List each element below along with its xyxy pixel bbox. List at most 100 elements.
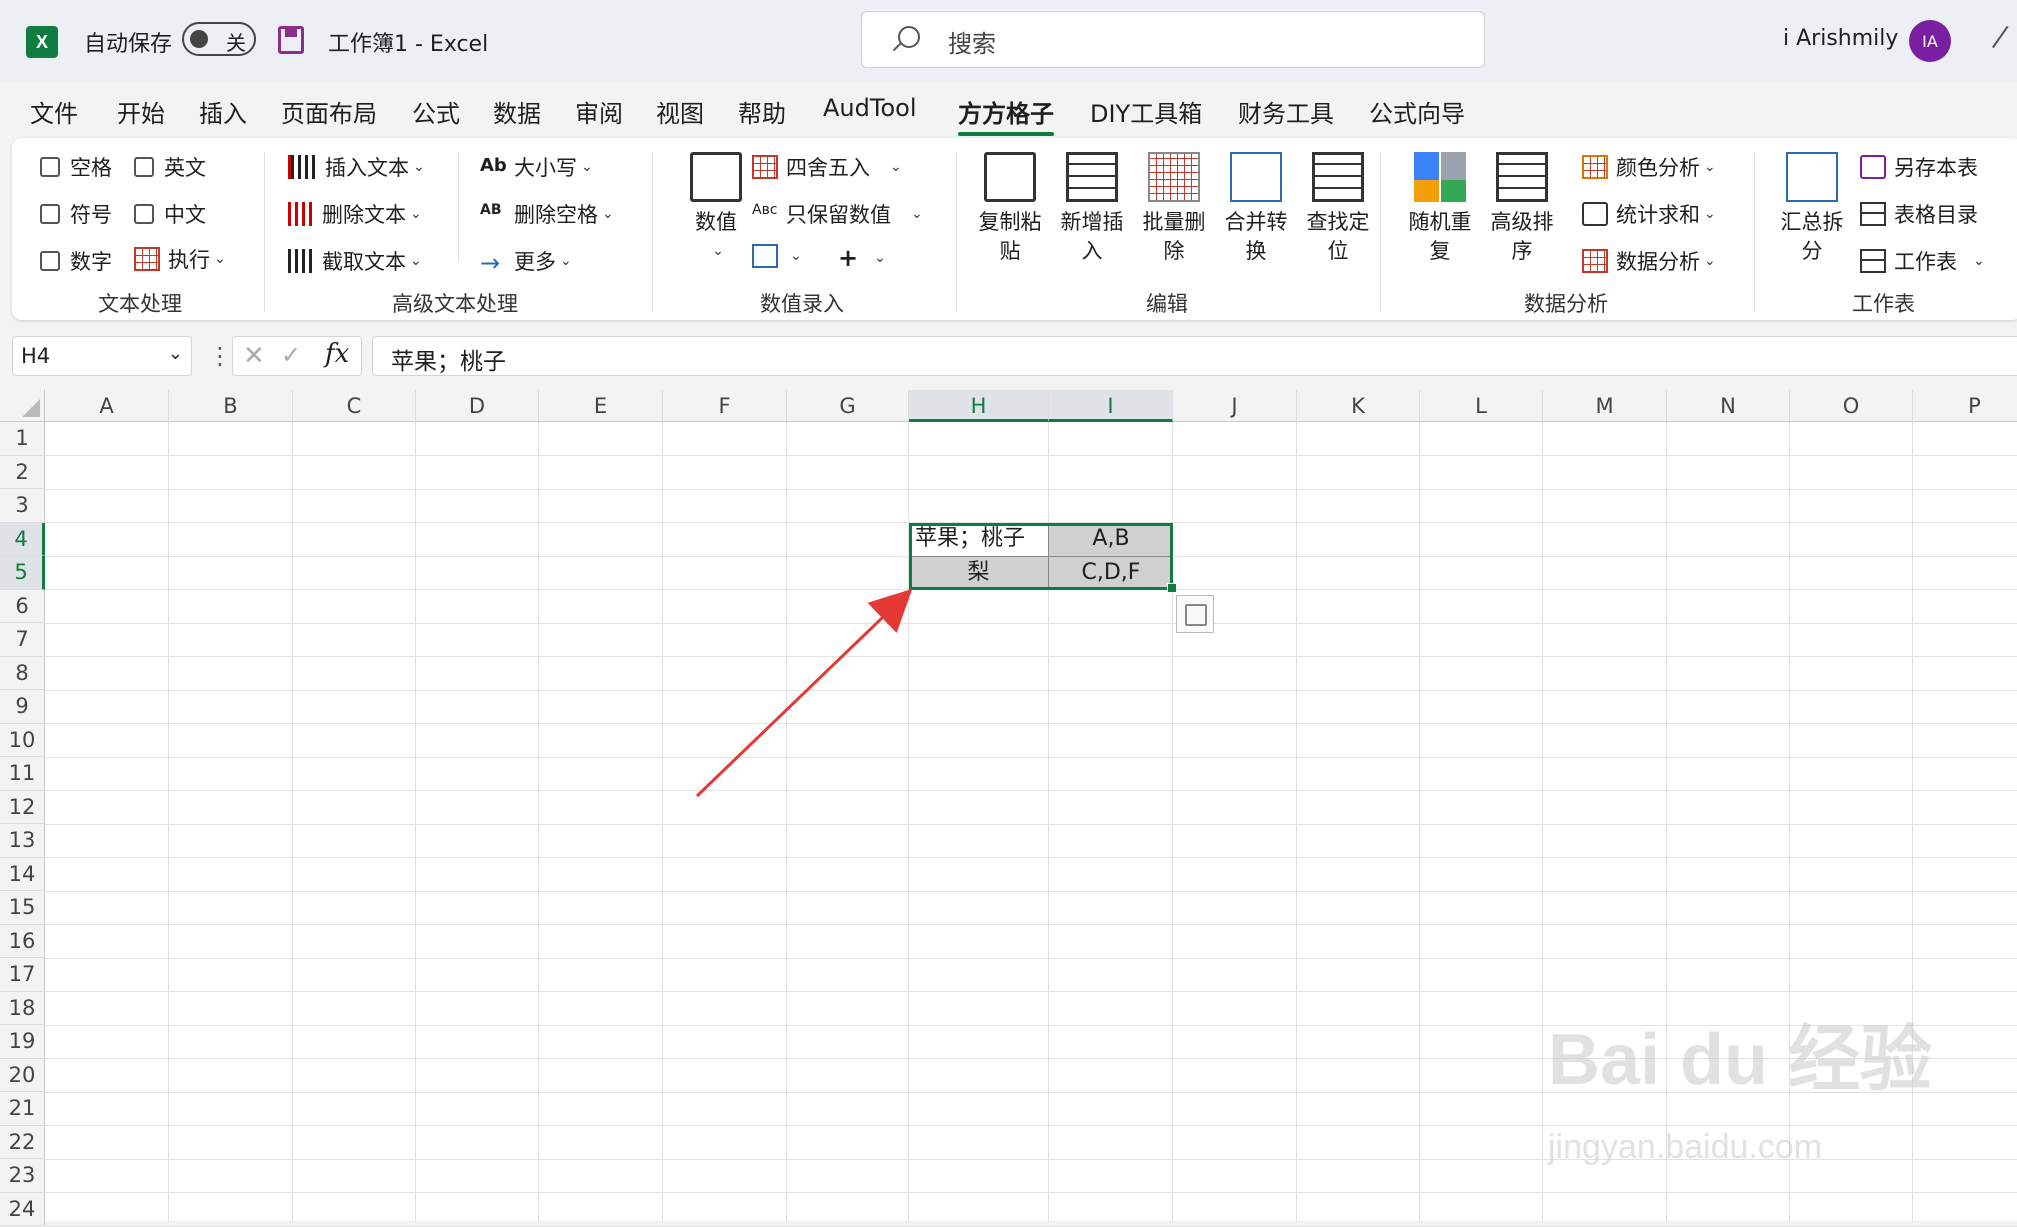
column-header-K[interactable]: K: [1297, 390, 1420, 422]
plus-button[interactable]: + ⌄: [838, 244, 886, 272]
tab-review[interactable]: 审阅: [575, 94, 623, 129]
more-options-icon[interactable]: ⋮: [208, 342, 232, 370]
row-header-3[interactable]: 3: [0, 489, 45, 523]
merge-button[interactable]: 合并转换: [1216, 152, 1296, 266]
row-header-15[interactable]: 15: [0, 891, 45, 925]
column-header-N[interactable]: N: [1667, 390, 1790, 422]
cancel-icon[interactable]: ✕: [243, 341, 265, 371]
sheet-button[interactable]: 工作表 ⌄: [1860, 246, 1985, 276]
column-header-O[interactable]: O: [1790, 390, 1913, 422]
column-header-F[interactable]: F: [663, 390, 787, 422]
column-header-M[interactable]: M: [1543, 390, 1667, 422]
save-sheet-button[interactable]: 另存本表: [1860, 152, 1978, 182]
select-all-button[interactable]: [0, 390, 45, 422]
column-header-A[interactable]: A: [45, 390, 169, 422]
tab-view[interactable]: 视图: [656, 94, 704, 129]
chevron-down-icon[interactable]: ⌄: [168, 343, 183, 364]
sort-button[interactable]: 高级排序: [1482, 152, 1562, 266]
column-header-G[interactable]: G: [787, 390, 909, 422]
column-header-P[interactable]: P: [1913, 390, 2017, 422]
data-analysis-button[interactable]: 数据分析 ⌄: [1582, 246, 1716, 276]
tab-finance[interactable]: 财务工具: [1238, 94, 1334, 129]
row-header-20[interactable]: 20: [0, 1058, 45, 1092]
autosave-toggle[interactable]: 关: [182, 22, 256, 56]
more-button[interactable]: → 更多 ⌄: [480, 246, 572, 277]
row-header-4[interactable]: 4: [0, 522, 45, 556]
copy-paste-button[interactable]: 复制粘贴: [970, 152, 1050, 266]
execute-button[interactable]: 执行 ⌄: [134, 244, 226, 274]
save-icon[interactable]: [278, 26, 304, 54]
quick-analysis-icon[interactable]: [1176, 595, 1214, 633]
column-header-E[interactable]: E: [539, 390, 663, 422]
row-header-19[interactable]: 19: [0, 1025, 45, 1059]
name-box[interactable]: H4 ⌄: [12, 336, 192, 376]
round-button[interactable]: 四舍五入 ⌄: [752, 152, 902, 182]
column-header-B[interactable]: B: [169, 390, 293, 422]
insert-text-button[interactable]: 插入文本 ⌄: [288, 152, 425, 182]
delete-spaces-button[interactable]: AB 删除空格 ⌄: [480, 199, 614, 229]
row-header-17[interactable]: 17: [0, 958, 45, 992]
row-header-13[interactable]: 13: [0, 824, 45, 858]
row-header-11[interactable]: 11: [0, 757, 45, 791]
tab-home[interactable]: 开始: [117, 94, 165, 129]
tab-insert[interactable]: 插入: [199, 94, 247, 129]
row-header-9[interactable]: 9: [0, 690, 45, 724]
insert-function-icon[interactable]: fx: [325, 339, 349, 369]
confirm-icon[interactable]: ✓: [281, 341, 301, 369]
tab-formula-wizard[interactable]: 公式向导: [1369, 94, 1465, 129]
edit-form-button[interactable]: ⌄: [752, 244, 802, 268]
batch-delete-button[interactable]: 批量删除: [1134, 152, 1214, 266]
tab-audtool[interactable]: AudTool: [823, 94, 916, 122]
tab-diy[interactable]: DIY工具箱: [1090, 94, 1202, 129]
row-header-22[interactable]: 22: [0, 1125, 45, 1159]
user-name[interactable]: i Arishmily: [1783, 26, 1898, 51]
row-header-10[interactable]: 10: [0, 723, 45, 757]
row-header-7[interactable]: 7: [0, 623, 45, 657]
table-index-button[interactable]: 表格目录: [1860, 199, 1978, 229]
column-header-I[interactable]: I: [1049, 390, 1173, 422]
row-header-16[interactable]: 16: [0, 924, 45, 958]
tab-page-layout[interactable]: 页面布局: [281, 94, 377, 129]
pen-icon[interactable]: [1991, 25, 2017, 57]
extract-text-button[interactable]: 截取文本 ⌄: [288, 246, 422, 276]
checkbox-number[interactable]: 数字: [40, 246, 112, 276]
search-box[interactable]: 搜索: [861, 11, 1485, 68]
row-header-5[interactable]: 5: [0, 556, 45, 590]
row-header-14[interactable]: 14: [0, 857, 45, 891]
find-button[interactable]: 查找定位: [1298, 152, 1378, 266]
row-header-2[interactable]: 2: [0, 455, 45, 489]
split-button[interactable]: 汇总拆分: [1772, 152, 1852, 266]
checkbox-space[interactable]: 空格: [40, 152, 112, 182]
checkbox-english[interactable]: 英文: [134, 152, 206, 182]
checkbox-symbol[interactable]: 符号: [40, 199, 112, 229]
row-header-21[interactable]: 21: [0, 1092, 45, 1126]
case-button[interactable]: Ab 大小写 ⌄: [480, 152, 593, 182]
tab-help[interactable]: 帮助: [738, 94, 786, 129]
stat-sum-button[interactable]: 统计求和 ⌄: [1582, 199, 1716, 229]
formula-input[interactable]: 苹果；桃子: [372, 336, 2017, 376]
row-header-8[interactable]: 8: [0, 656, 45, 690]
random-button[interactable]: 随机重复: [1400, 152, 1480, 266]
tab-file[interactable]: 文件: [30, 94, 78, 129]
color-analysis-button[interactable]: 颜色分析 ⌄: [1582, 152, 1716, 182]
row-header-12[interactable]: 12: [0, 790, 45, 824]
row-header-1[interactable]: 1: [0, 422, 45, 456]
column-header-C[interactable]: C: [293, 390, 416, 422]
delete-text-button[interactable]: 删除文本 ⌄: [288, 199, 422, 229]
column-header-L[interactable]: L: [1420, 390, 1543, 422]
checkbox-chinese[interactable]: 中文: [134, 199, 206, 229]
row-header-23[interactable]: 23: [0, 1159, 45, 1193]
fill-handle[interactable]: [1167, 583, 1177, 593]
column-header-J[interactable]: J: [1173, 390, 1297, 422]
row-header-6[interactable]: 6: [0, 589, 45, 623]
tab-data[interactable]: 数据: [493, 94, 541, 129]
value-button[interactable]: 数值 ⌄: [676, 152, 756, 266]
tab-fangfang[interactable]: 方方格子: [958, 94, 1054, 136]
column-header-D[interactable]: D: [416, 390, 539, 422]
column-header-H[interactable]: H: [909, 390, 1049, 422]
row-header-18[interactable]: 18: [0, 991, 45, 1025]
tab-formulas[interactable]: 公式: [412, 94, 460, 129]
keep-numeric-button[interactable]: Aʙᴄ 只保留数值 ⌄: [752, 199, 923, 229]
insert-button[interactable]: 新增插入: [1052, 152, 1132, 266]
avatar[interactable]: IA: [1909, 20, 1951, 62]
